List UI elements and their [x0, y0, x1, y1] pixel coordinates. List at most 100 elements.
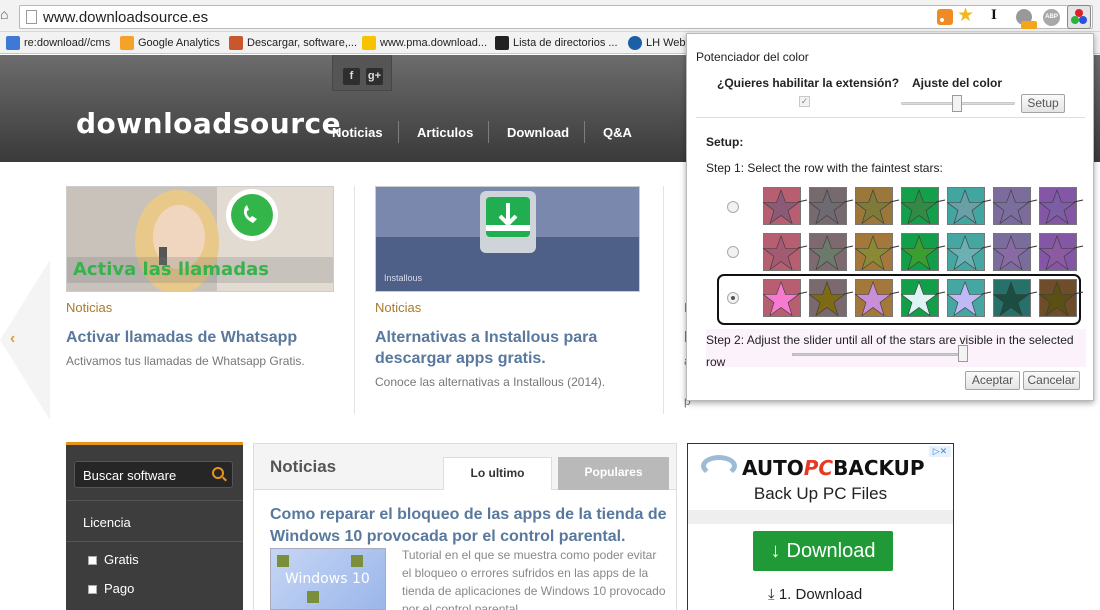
filter-checkbox-pago[interactable] [88, 585, 97, 594]
adchoices-icon[interactable]: ▷✕ [929, 446, 951, 457]
enable-checkbox[interactable]: ✓ [799, 96, 810, 107]
star-swatch [762, 187, 808, 225]
article-category[interactable]: Noticias [375, 300, 421, 315]
color-enhancer-popup: Potenciador del color ¿Quieres habilitar… [686, 33, 1094, 401]
image-caption: Installous [384, 273, 423, 283]
advertisement[interactable]: ▷✕ AUTOPCBACKUP Back Up PC Files ↓ Downlo… [687, 443, 954, 610]
accept-button[interactable]: Aceptar [965, 371, 1020, 390]
star-icon [762, 189, 808, 225]
star-icon [808, 235, 854, 271]
star-swatch [946, 187, 992, 225]
social-links: f g+ [332, 55, 392, 91]
divider [696, 117, 1085, 118]
rss-icon[interactable] [937, 9, 953, 25]
address-bar-row: ⌂ www.downloadsource.es ★ I ABP [0, 0, 1100, 32]
site-logo[interactable]: downloadsource [76, 107, 341, 140]
license-heading: Licencia [83, 515, 131, 530]
row-radio-2[interactable] [727, 246, 739, 258]
news-article-thumbnail[interactable]: Windows 10 [270, 548, 386, 610]
news-article-title[interactable]: Como reparar el bloqueo de las apps de l… [270, 504, 670, 548]
filter-label-pago[interactable]: Pago [104, 581, 134, 596]
facebook-icon[interactable]: f [343, 68, 360, 85]
card-divider [354, 186, 355, 414]
color-adjust-slider-thumb[interactable] [952, 95, 962, 112]
page-icon [26, 10, 37, 24]
url-text[interactable]: www.downloadsource.es [43, 9, 208, 26]
google-plus-icon[interactable]: g+ [366, 68, 383, 85]
step2-slider[interactable] [792, 353, 968, 356]
app-icon [307, 591, 319, 603]
star-swatch [1038, 233, 1084, 271]
article-description: Activamos tus llamadas de Whatsapp Grati… [66, 354, 305, 368]
enable-question: ¿Quieres habilitar la extensión? [717, 76, 900, 90]
chevron-left-icon: ‹ [10, 330, 16, 347]
star-icon [1038, 281, 1084, 317]
star-icon [946, 235, 992, 271]
search-icon[interactable] [212, 467, 224, 479]
thumbnail-text: Windows 10 [285, 571, 370, 587]
software-search-input[interactable]: Buscar software [74, 461, 233, 488]
nav-divider [488, 121, 489, 143]
news-header: Noticias Lo ultimo Populares [254, 444, 676, 490]
ad-brand: AUTOPCBACKUP [742, 456, 925, 480]
software-sidebar: Buscar software Licencia Gratis Pago [66, 442, 243, 610]
popup-title: Potenciador del color [696, 50, 809, 64]
star-swatch [762, 233, 808, 271]
star-swatch [762, 279, 808, 317]
setup-button[interactable]: Setup [1021, 94, 1065, 113]
star-icon [946, 189, 992, 225]
star-icon [854, 189, 900, 225]
star-swatch [992, 187, 1038, 225]
color-enhancer-icon[interactable] [1067, 5, 1091, 29]
star-swatch [808, 187, 854, 225]
divider [66, 541, 243, 542]
nav-noticias[interactable]: Noticias [332, 125, 383, 140]
article-title[interactable]: Alternativas a Installous para descargar… [375, 327, 637, 369]
star-icon [1038, 189, 1084, 225]
cancel-button[interactable]: Cancelar [1023, 371, 1080, 390]
image-caption: Activa las llamadas [73, 259, 269, 280]
app-icon [351, 555, 363, 567]
bookmark-favicon-icon [495, 36, 509, 50]
article-image[interactable]: Installous [375, 186, 640, 292]
star-swatch [854, 233, 900, 271]
omnibox[interactable]: www.downloadsource.es ★ [19, 5, 1093, 29]
star-icon [900, 235, 946, 271]
instapaper-icon[interactable]: I [991, 7, 997, 24]
nav-qa[interactable]: Q&A [603, 125, 632, 140]
bookmark-favicon-icon [362, 36, 376, 50]
bookmark-favicon-icon [628, 36, 642, 50]
nav-articulos[interactable]: Articulos [417, 125, 473, 140]
nav-divider [398, 121, 399, 143]
home-icon[interactable]: ⌂ [0, 7, 12, 21]
article-title[interactable]: Activar llamadas de Whatsapp [66, 327, 328, 348]
slider-prev-button[interactable]: ‹ [0, 260, 58, 420]
row-radio-1[interactable] [727, 201, 739, 213]
filter-checkbox-gratis[interactable] [88, 556, 97, 565]
article-image[interactable]: Activa las llamadas [66, 186, 334, 292]
tab-popular[interactable]: Populares [558, 457, 669, 490]
slider-arrow-shape [0, 260, 50, 420]
article-card[interactable]: Activa las llamadas Noticias Activar lla… [66, 186, 334, 416]
star-icon [946, 281, 992, 317]
nav-download[interactable]: Download [507, 125, 569, 140]
article-category[interactable]: Noticias [66, 300, 112, 315]
backup-logo-icon [701, 455, 737, 477]
adblock-plus-icon[interactable]: ABP [1043, 9, 1060, 26]
star-icon [762, 235, 808, 271]
filter-label-gratis[interactable]: Gratis [104, 552, 139, 567]
star-swatch [1038, 187, 1084, 225]
step2-slider-thumb[interactable] [958, 345, 968, 362]
star-icon[interactable]: ★ [957, 6, 974, 26]
article-description: Conoce las alternativas a Installous (20… [375, 375, 606, 389]
star-swatch [900, 233, 946, 271]
divider [66, 500, 243, 501]
star-swatch [1038, 279, 1084, 317]
tab-latest[interactable]: Lo ultimo [443, 457, 552, 490]
ad-download-button[interactable]: ↓ Download [753, 531, 893, 571]
article-card[interactable]: Installous Noticias Alternativas a Insta… [375, 186, 643, 416]
star-swatch [946, 233, 992, 271]
browser-window: ⌂ www.downloadsource.es ★ I ABP re:downl… [0, 0, 1100, 610]
color-adjust-label: Ajuste del color [912, 76, 1003, 90]
nav-divider [584, 121, 585, 143]
